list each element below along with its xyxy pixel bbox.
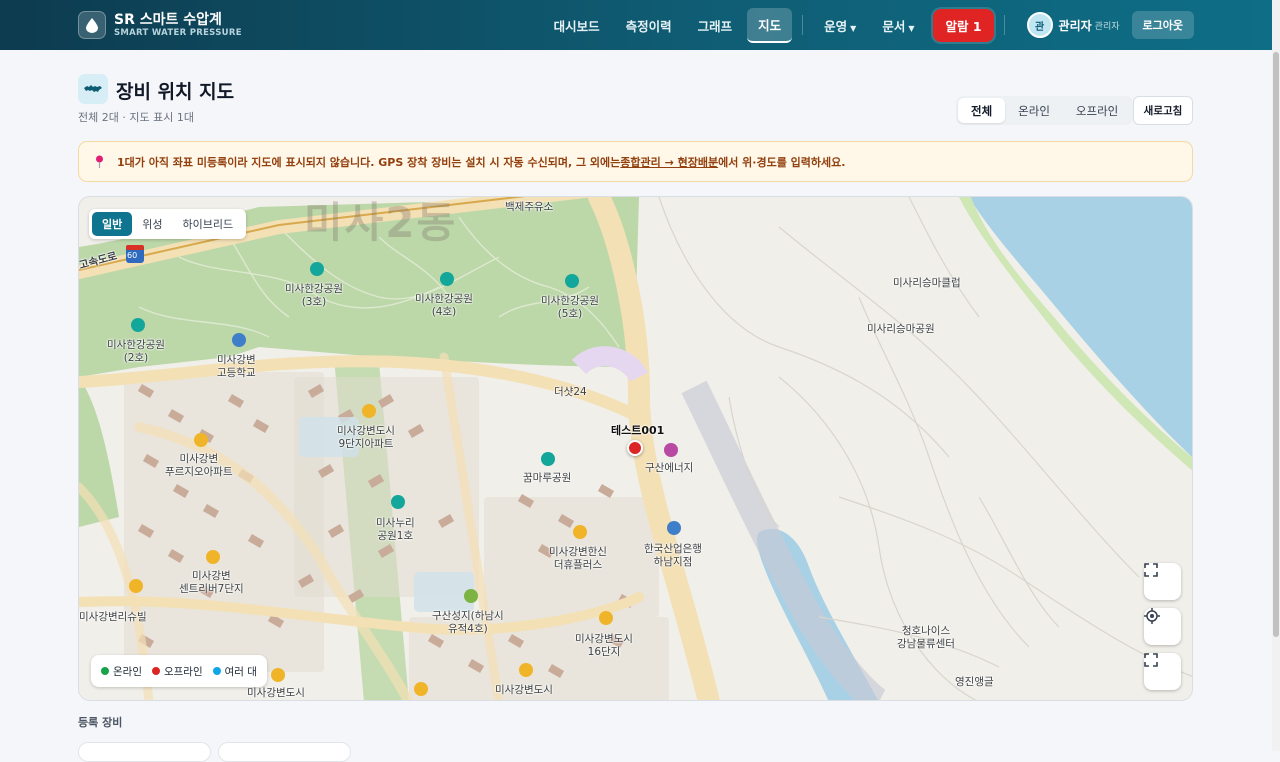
page-scrollbar[interactable] (1272, 0, 1280, 751)
map-label-park3: 미사한강공원 (3호) (285, 283, 343, 308)
notice-text-end: 에서 위·경도를 입력하세요. (718, 155, 846, 169)
nav-documents-label: 문서 (882, 18, 906, 34)
map-label-school: 미사강변 고등학교 (217, 354, 256, 379)
map-label-apt9: 미사강변도시 9단지아파트 (337, 425, 395, 450)
nav-operations-label: 운영 (824, 18, 848, 34)
user-name: 관리자 (1058, 18, 1092, 33)
my-location-button[interactable] (1144, 608, 1181, 645)
device-marker-offline[interactable] (627, 440, 643, 456)
map-label-riding-park: 미사리승마공원 (867, 323, 935, 335)
pushpin-icon (96, 155, 103, 168)
notice-text: 1대가 아직 좌표 미등록이라 지도에 표시되지 않습니다. GPS 장착 장비… (117, 155, 621, 169)
legend-multi: 여러 대 (212, 664, 257, 679)
device-card[interactable] (78, 742, 211, 762)
map-label-youngjin: 영진앵글 (955, 676, 994, 688)
map-label-risu: 미사강변리슈빌 (79, 611, 147, 623)
user-role: 관리자 (1094, 21, 1120, 32)
legend-online-label: 온라인 (113, 665, 142, 678)
map-label-kkummaru: 꿈마루공원 (523, 472, 572, 484)
legend-offline: 오프라인 (151, 664, 203, 679)
notice-link[interactable]: 종합관리 → 현장배분 (620, 154, 718, 170)
map-label-chungho: 청호나이스 강남물류센터 (897, 625, 955, 650)
page-title: 장비 위치 지도 (116, 81, 235, 103)
online-dot-icon (101, 666, 109, 675)
logout-button[interactable]: 로그아웃 (1131, 11, 1194, 39)
multi-dot-icon (212, 666, 221, 675)
map-label-hansin: 미사강변한신 더휴플러스 (549, 546, 607, 571)
water-drop-icon (78, 11, 106, 39)
map-type-hybrid[interactable]: 하이브리드 (173, 212, 244, 236)
map-label-apt16: 미사강변도시 16단지 (575, 633, 633, 658)
map-label-nuri: 미사누리 공원1호 (376, 517, 415, 542)
devices-section-title: 등록 장비 (78, 716, 123, 729)
nav-documents-dropdown[interactable]: 문서 ▼ (871, 9, 925, 42)
map-label-apt-b1: 미사강변도시 (247, 687, 305, 699)
nav-dashboard[interactable]: 대시보드 (543, 9, 611, 42)
nav-map[interactable]: 지도 (747, 7, 793, 43)
legend-online: 온라인 (101, 664, 142, 679)
map-label-central7: 미사강변 센트리버7단지 (179, 570, 244, 595)
crosshair-icon (1144, 608, 1160, 624)
world-map-icon (78, 74, 108, 104)
nav-divider (802, 15, 804, 35)
brand-name: SR 스마트 수압계 (114, 11, 222, 28)
fullscreen-icon (1144, 653, 1158, 667)
map-label-purgio: 미사강변 푸르지오아파트 (165, 453, 233, 478)
route-label: 60 (127, 251, 138, 260)
map-label-park4: 미사한강공원 (4호) (415, 293, 473, 318)
map-label-park2: 미사한강공원 (2호) (107, 339, 165, 364)
map-type-normal[interactable]: 일반 (92, 212, 133, 236)
map-label-gas-station: 백제주유소 (505, 201, 554, 213)
map-label-riding-club: 미사리승마클럽 (893, 277, 961, 289)
refresh-button[interactable]: 새로고침 (1133, 96, 1193, 125)
page-subtitle: 전체 2대 · 지도 표시 1대 (78, 111, 194, 124)
alarm-button[interactable]: 알람 1 (933, 8, 994, 42)
fit-bounds-button[interactable] (1144, 563, 1181, 600)
brand[interactable]: SR 스마트 수압계 SMART WATER PRESSURE (114, 12, 242, 39)
nav-graph[interactable]: 그래프 (687, 9, 744, 42)
map-label-apt-b2: 미사강변도시 (495, 684, 553, 696)
nav-operations-dropdown[interactable]: 운영 ▼ (813, 9, 867, 42)
map-legend: 온라인 오프라인 여러 대 (91, 655, 267, 687)
fullscreen-button[interactable] (1144, 653, 1181, 690)
status-filter: 전체 온라인 오프라인 (956, 96, 1134, 125)
device-card[interactable] (218, 742, 351, 762)
map-label-bank: 한국산업은행 하남지점 (644, 543, 702, 568)
main-nav: 대시보드 측정이력 그래프 지도 운영 ▼ 문서 ▼ 알람 1 관 관리자 관리자 … (543, 7, 1194, 43)
map-type-satellite[interactable]: 위성 (132, 212, 172, 236)
filter-online-button[interactable]: 온라인 (1005, 98, 1063, 123)
expand-icon (1144, 563, 1158, 577)
legend-multi-label: 여러 대 (224, 665, 257, 678)
district-label: 미사2동 (304, 198, 458, 247)
caret-down-icon: ▼ (850, 23, 857, 33)
filter-all-button[interactable]: 전체 (958, 98, 1006, 123)
legend-offline-label: 오프라인 (163, 665, 203, 678)
top-navbar: SR 스마트 수압계 SMART WATER PRESSURE 대시보드 측정이… (0, 0, 1272, 50)
nav-divider (1003, 15, 1005, 35)
map-label-park5: 미사한강공원 (5호) (541, 295, 599, 320)
scrollbar-thumb[interactable] (1273, 52, 1279, 637)
filter-offline-button[interactable]: 오프라인 (1063, 98, 1131, 123)
map-label-gusan: 구산성지(하남시 유적4호) (432, 610, 504, 635)
map-label-the24: 더샷24 (554, 386, 587, 398)
notice-banner: 1대가 아직 좌표 미등록이라 지도에 표시되지 않습니다. GPS 장착 장비… (78, 141, 1193, 182)
map-label-energy: 구산에너지 (645, 462, 694, 474)
avatar: 관 (1026, 12, 1053, 38)
brand-subtitle: SMART WATER PRESSURE (114, 27, 242, 38)
user-menu[interactable]: 관 관리자 관리자 (1026, 12, 1120, 38)
map-type-toggle: 일반 위성 하이브리드 (89, 209, 247, 239)
caret-down-icon: ▼ (908, 23, 915, 33)
device-map[interactable]: 미사2동 60 고속도로 백제주유소 미사한강공원 (3호) 미사한강공원 (4… (78, 196, 1193, 701)
nav-history[interactable]: 측정이력 (615, 9, 683, 42)
device-marker-label: 테스트001 (611, 424, 665, 437)
offline-dot-icon (151, 666, 160, 675)
